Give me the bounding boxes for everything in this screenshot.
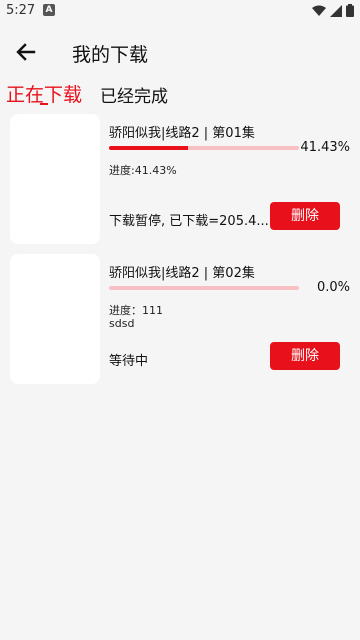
- download-item: 骄阳似我|线路2 | 第02集 0.0% 进度：111 sdsd 等待中 删除: [0, 248, 360, 388]
- item-status: 等待中: [109, 354, 149, 369]
- thumbnail[interactable]: [10, 114, 100, 244]
- download-item: 骄阳似我|线路2 | 第01集 41.43% 进度:41.43% 下载暂停, 已…: [0, 108, 360, 248]
- battery-icon: [346, 4, 354, 17]
- wifi-icon: [312, 5, 326, 16]
- progress-fill: [109, 146, 188, 150]
- progress-bar: [109, 286, 299, 290]
- back-button[interactable]: [12, 38, 40, 66]
- notification-a-icon: A: [43, 4, 55, 16]
- status-time: 5:27: [6, 3, 36, 18]
- progress-percent: 41.43%: [300, 140, 350, 155]
- progress-percent: 0.0%: [316, 280, 350, 295]
- tab-active-indicator: [40, 103, 48, 105]
- app-bar: 我的下载: [0, 24, 360, 80]
- status-bar: 5:27 A: [0, 0, 360, 24]
- status-icons: [312, 4, 354, 17]
- detail-line: sdsd: [109, 317, 135, 330]
- delete-button[interactable]: 删除: [270, 342, 340, 370]
- tab-bar: 正在下载 已经完成: [0, 80, 360, 108]
- detail-line: 进度:41.43%: [109, 164, 177, 177]
- item-title: 骄阳似我|线路2 | 第01集: [109, 126, 255, 141]
- tab-completed[interactable]: 已经完成: [100, 82, 168, 107]
- item-status: 下载暂停, 已下载=205.4...: [109, 214, 269, 229]
- item-detail: 进度:41.43%: [109, 164, 177, 177]
- progress-bar: [109, 146, 299, 150]
- arrow-left-icon: [16, 43, 36, 61]
- detail-line: 进度：111: [109, 304, 163, 317]
- thumbnail[interactable]: [10, 254, 100, 384]
- delete-button[interactable]: 删除: [270, 202, 340, 230]
- item-detail: 进度：111 sdsd: [109, 304, 163, 330]
- signal-icon: [330, 4, 342, 17]
- item-title: 骄阳似我|线路2 | 第02集: [109, 266, 255, 281]
- page-title: 我的下载: [72, 44, 149, 66]
